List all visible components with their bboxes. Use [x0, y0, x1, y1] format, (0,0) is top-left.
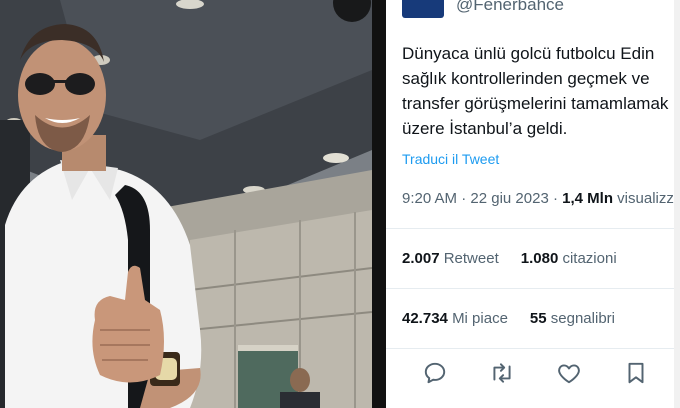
tweet-date[interactable]: 22 giu 2023 — [470, 190, 548, 207]
panel-divider — [372, 0, 386, 408]
heart-icon — [558, 364, 580, 384]
tweet-time[interactable]: 9:20 AM — [402, 190, 457, 207]
like-stats: 42.734 Mi piace 55 segnalibri — [402, 310, 615, 327]
photo-illustration — [0, 0, 372, 408]
retweets-label: Retweet — [443, 250, 499, 267]
tweet-text: Dünyaca ünlü golcü futbolcu Edin sağlık … — [402, 41, 680, 141]
retweet-icon — [493, 363, 511, 383]
tweet-text-line: Dünyaca ünlü golcü futbolcu Edin — [402, 44, 655, 63]
divider — [386, 348, 680, 349]
bookmarks-count: 55 — [529, 310, 547, 327]
bookmarks-label: segnalibri — [550, 310, 615, 327]
more-icon: ··· — [340, 0, 365, 11]
quotes-label: citazioni — [562, 250, 617, 267]
tweet-text-line: sağlık kontrollerinden geçmek ve — [402, 69, 650, 88]
views-label: visualizzazioni — [617, 190, 680, 207]
translate-tweet-link[interactable]: Traduci il Tweet — [402, 151, 499, 167]
tweet-handle[interactable]: @Fenerbahce — [456, 0, 564, 15]
retweet-stats: 2.007 Retweet 1.080 citazioni — [402, 250, 617, 267]
views-count: 1,4 Mln — [562, 190, 613, 207]
bookmark-button[interactable] — [623, 360, 649, 386]
reply-icon — [424, 362, 446, 384]
tweet-panel: @Fenerbahce Dünyaca ünlü golcü futbolcu … — [386, 0, 680, 408]
like-button[interactable] — [556, 360, 582, 386]
likes-label: Mi piace — [452, 310, 508, 327]
likes-stat[interactable]: 42.734 Mi piace — [402, 310, 508, 327]
tweet-photo[interactable]: ··· — [0, 0, 372, 408]
retweet-button[interactable] — [489, 360, 515, 386]
quotes-stat[interactable]: 1.080 citazioni — [521, 250, 617, 267]
likes-count: 42.734 — [402, 310, 448, 327]
tweet-meta: 9:20 AM · 22 giu 2023 · 1,4 Mln visualiz… — [402, 190, 680, 207]
meta-separator: · — [461, 190, 471, 207]
tweet-text-line: üzere İstanbul’a geldi. — [402, 119, 568, 138]
scrollbar[interactable] — [674, 0, 680, 408]
divider — [386, 288, 680, 289]
reply-button[interactable] — [422, 360, 448, 386]
retweets-count: 2.007 — [402, 250, 440, 267]
quotes-count: 1.080 — [520, 250, 559, 267]
divider — [386, 228, 680, 229]
bookmarks-stat[interactable]: 55 segnalibri — [530, 310, 615, 327]
retweets-stat[interactable]: 2.007 Retweet — [402, 250, 499, 267]
bookmark-icon — [628, 362, 644, 384]
avatar[interactable] — [402, 0, 444, 18]
tweet-text-line: transfer görüşmelerini tamamlamak — [402, 94, 669, 113]
meta-separator: · — [552, 190, 563, 207]
tweet-actions — [386, 352, 680, 396]
